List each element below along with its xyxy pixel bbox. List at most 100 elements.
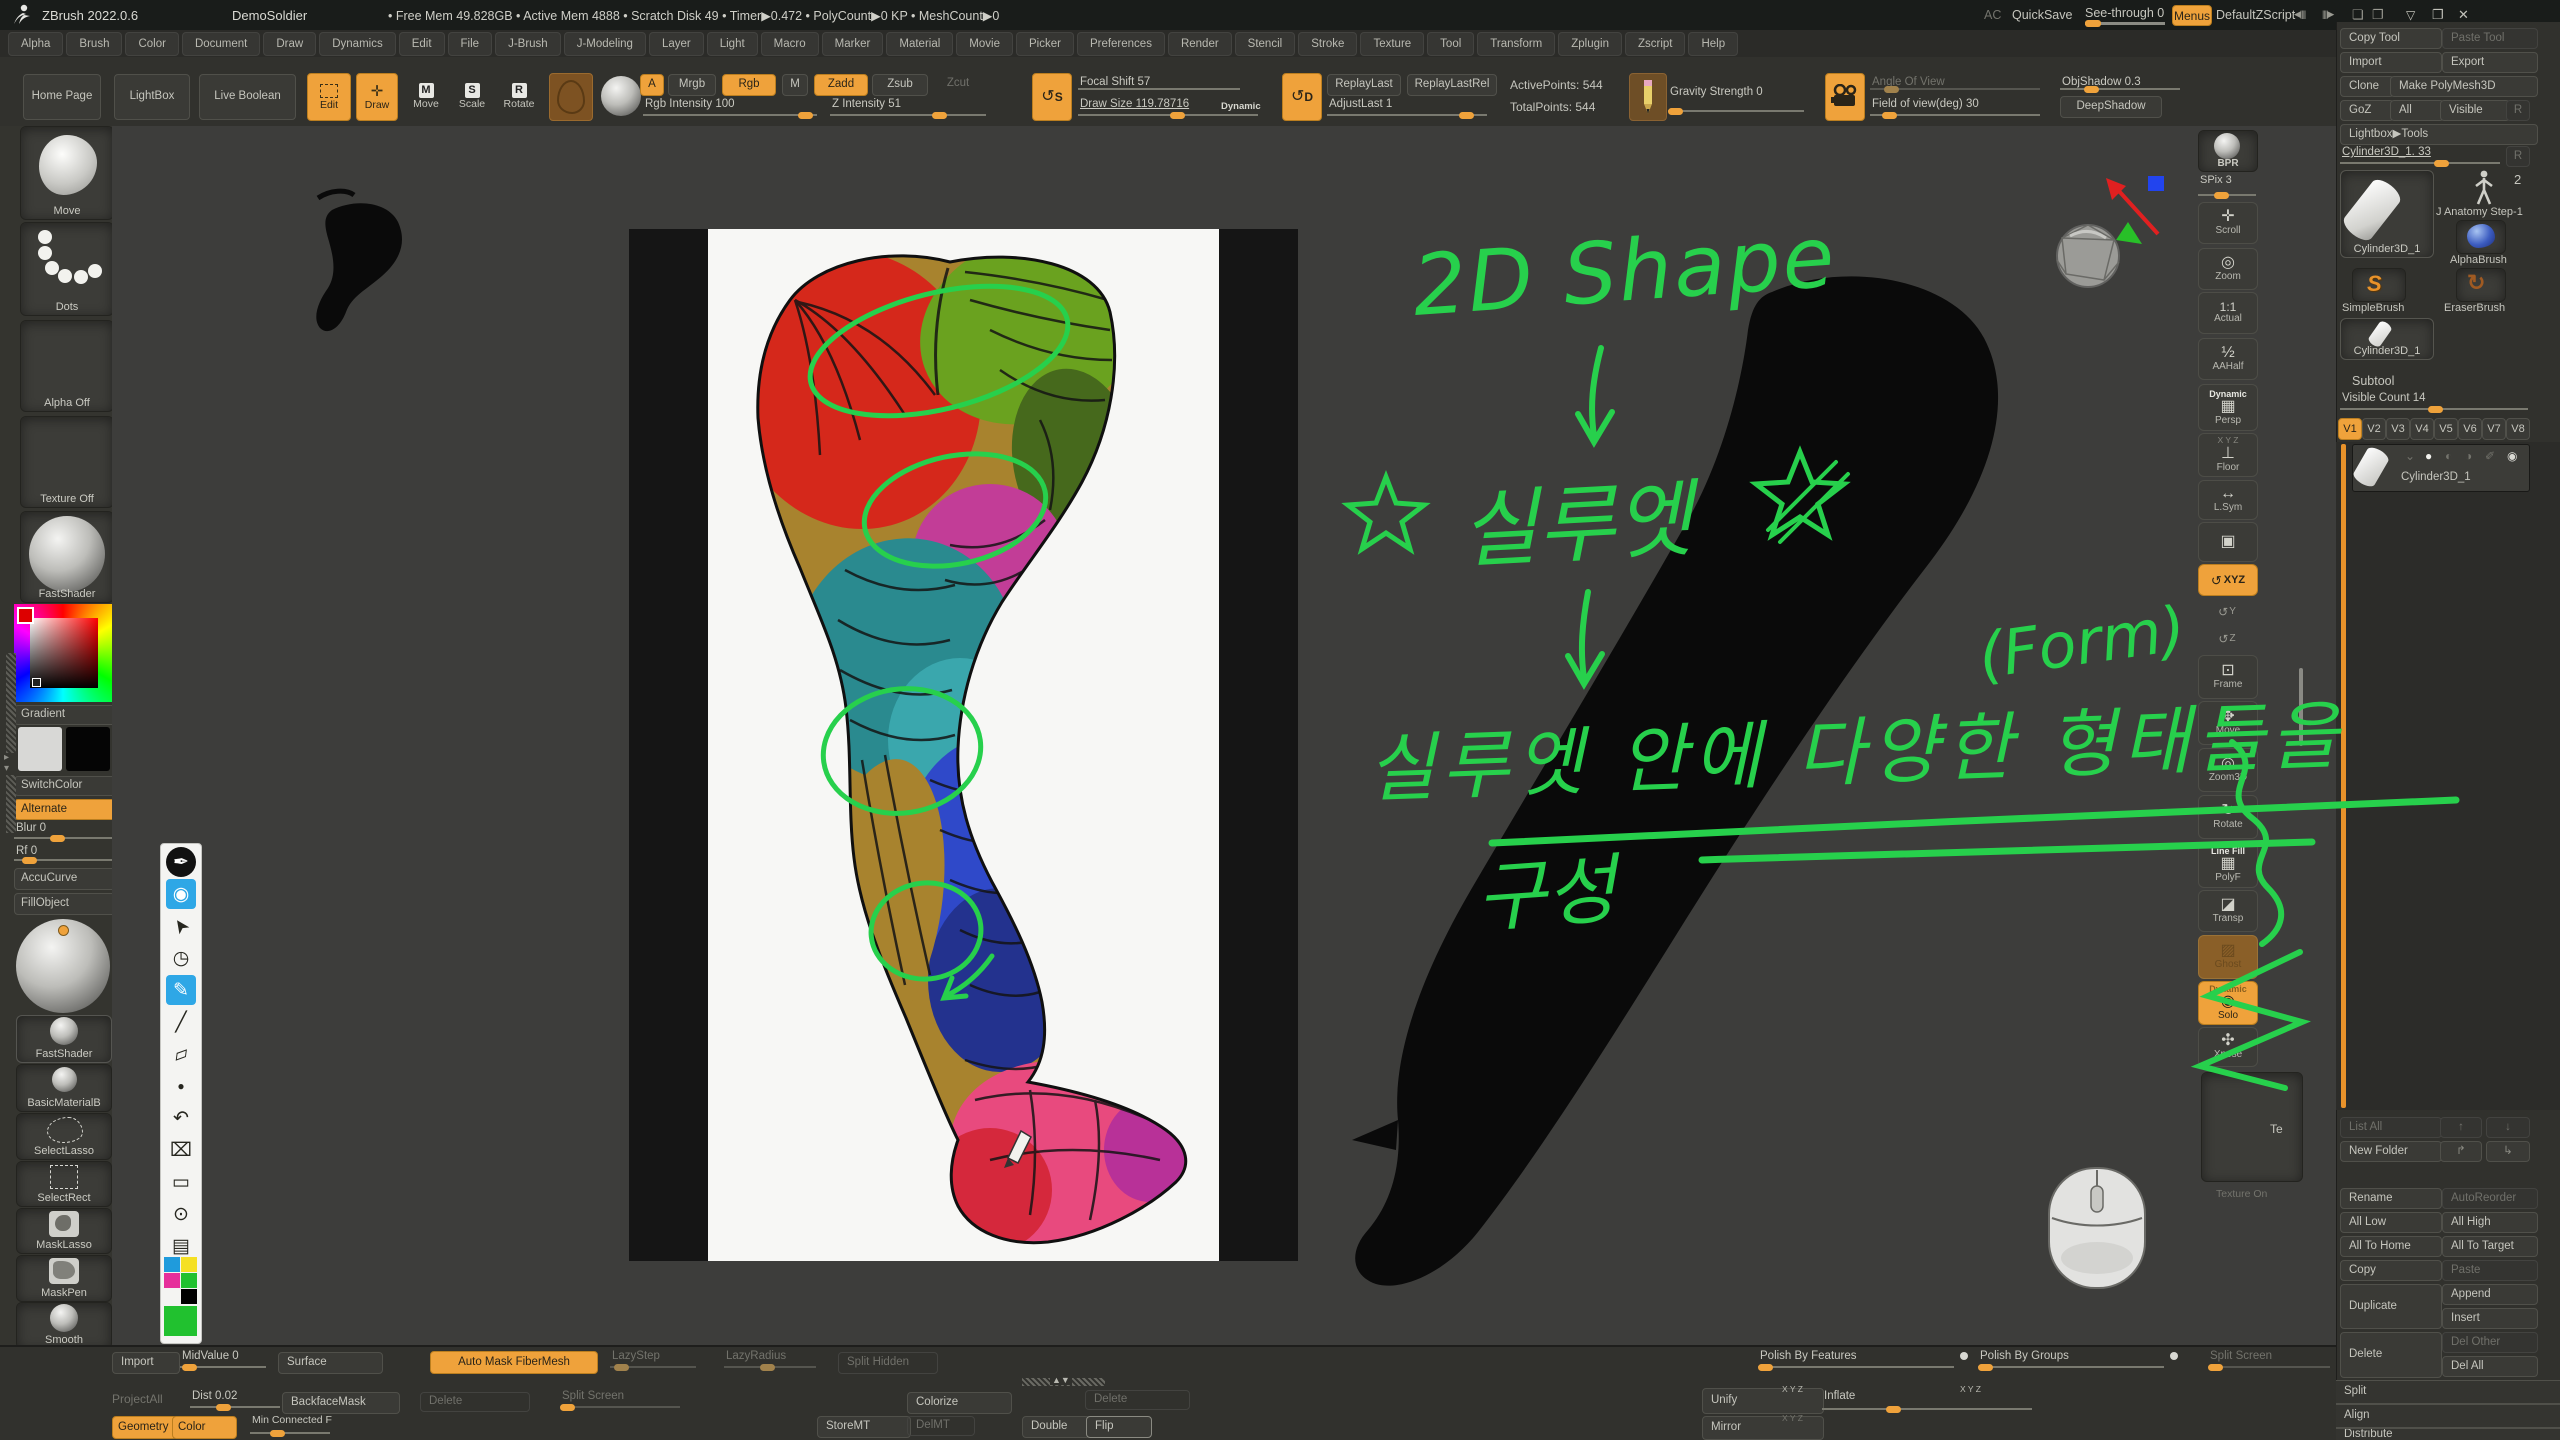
project-all-label[interactable]: ProjectAll: [112, 1392, 163, 1406]
stroke-thumb[interactable]: Dots: [20, 222, 114, 316]
edit-mode-button[interactable]: Edit: [307, 73, 351, 121]
solo-button[interactable]: Dynamic◉Solo: [2198, 981, 2258, 1025]
subtool-tab-v1[interactable]: V1: [2338, 418, 2362, 440]
palette-blue-swatch[interactable]: [164, 1257, 180, 1272]
aahalf-button[interactable]: ½AAHalf: [2198, 338, 2258, 380]
dynamic-label[interactable]: Dynamic: [1221, 101, 1261, 112]
lazy-radius-slider[interactable]: LazyRadius: [724, 1350, 816, 1370]
bb-delete-button-2[interactable]: Delete: [1085, 1390, 1190, 1410]
menu-marker[interactable]: Marker: [822, 32, 884, 56]
surface-button[interactable]: Surface: [278, 1352, 383, 1374]
dist-slider[interactable]: Dist 0.02: [190, 1390, 280, 1410]
current-tool-thumb[interactable]: Cylinder3D_1: [2340, 170, 2434, 258]
brush-thumb[interactable]: Move: [20, 126, 114, 220]
paint-a-button[interactable]: A: [640, 74, 664, 96]
quicksave-button[interactable]: QuickSave: [2012, 8, 2072, 22]
secondary-color-swatch[interactable]: [66, 727, 110, 771]
menus-button[interactable]: Menus: [2172, 5, 2212, 26]
restore-button[interactable]: ❐: [2432, 7, 2444, 23]
alpha-thumb[interactable]: Alpha Off: [20, 320, 114, 412]
current-brush-thumb[interactable]: [549, 73, 593, 121]
menu-stencil[interactable]: Stencil: [1235, 32, 1296, 56]
close-button[interactable]: ✕: [2458, 7, 2469, 23]
panels-b-icon[interactable]: ❐: [2372, 7, 2384, 23]
split-screen-slider[interactable]: Split Screen: [560, 1390, 680, 1410]
lazy-step-slider[interactable]: LazyStep: [610, 1350, 696, 1370]
subtool-tab-v6[interactable]: V6: [2458, 418, 2482, 440]
bpr-button[interactable]: BPR: [2198, 130, 2258, 172]
accu-curve-button[interactable]: AccuCurve: [14, 868, 120, 890]
insert-button[interactable]: Insert: [2442, 1308, 2538, 1329]
zadd-button[interactable]: Zadd: [814, 74, 868, 96]
actual-button[interactable]: 1:1Actual: [2198, 292, 2258, 334]
paint-mrgb-button[interactable]: Mrgb: [668, 74, 716, 96]
backface-mask-button[interactable]: BackfaceMask: [282, 1392, 400, 1414]
menu-tool[interactable]: Tool: [1427, 32, 1474, 56]
paint-m-button[interactable]: M: [782, 74, 808, 96]
geometry-button[interactable]: Geometry: [112, 1416, 177, 1439]
unify-button[interactable]: Unify: [1702, 1388, 1824, 1414]
menu-render[interactable]: Render: [1168, 32, 1232, 56]
append-button[interactable]: Append: [2442, 1284, 2538, 1305]
menu-dynamics[interactable]: Dynamics: [319, 32, 395, 56]
clear-trash-button[interactable]: ⌧: [166, 1135, 196, 1165]
menu-color[interactable]: Color: [125, 32, 178, 56]
colorize-button[interactable]: Colorize: [907, 1392, 1012, 1414]
rotate-mode-button[interactable]: R Rotate: [498, 73, 540, 119]
polish-by-groups-slider[interactable]: Polish By Groups: [1978, 1350, 2164, 1370]
subtool-tab-v2[interactable]: V2: [2362, 418, 2386, 440]
anatomy-label[interactable]: J Anatomy Step-1: [2436, 206, 2523, 218]
menu-movie[interactable]: Movie: [956, 32, 1013, 56]
divider-stepper-left-icon[interactable]: ◀||||: [2294, 9, 2305, 20]
all-to-target-button[interactable]: All To Target: [2442, 1236, 2538, 1257]
tool-slot-selectrect[interactable]: SelectRect: [16, 1161, 112, 1207]
subtool-moveup-folder-button[interactable]: ↱: [2440, 1141, 2482, 1162]
adjust-last-slider[interactable]: AdjustLast 1: [1327, 98, 1487, 118]
current-material-ball[interactable]: [16, 919, 110, 1013]
frame-button[interactable]: ⊡Frame: [2198, 655, 2258, 699]
polish-groups-toggle[interactable]: [2170, 1352, 2178, 1360]
rotate-z-button[interactable]: ↺Z: [2198, 626, 2256, 652]
replay-last-button[interactable]: ReplayLast: [1327, 74, 1401, 96]
brush-size-button[interactable]: ●: [166, 1071, 196, 1101]
main-color-swatch[interactable]: [18, 727, 62, 771]
fiber-pencil-button[interactable]: [1629, 73, 1667, 121]
menu-draw[interactable]: Draw: [263, 32, 316, 56]
lightbox-tools-button[interactable]: Lightbox▶Tools: [2340, 124, 2538, 145]
divider-stepper-right-icon[interactable]: ||||▶: [2322, 9, 2333, 20]
polish-features-toggle[interactable]: [1960, 1352, 1968, 1360]
undo-button[interactable]: ↶: [166, 1103, 196, 1133]
duplicate-button[interactable]: Duplicate: [2340, 1284, 2442, 1329]
tool-export-button[interactable]: Export: [2442, 52, 2538, 73]
menu-file[interactable]: File: [448, 32, 493, 56]
texture-thumb[interactable]: Texture Off: [20, 416, 114, 508]
anatomy-figure-icon[interactable]: [2472, 170, 2496, 206]
spix-slider[interactable]: SPix 3: [2198, 174, 2256, 198]
menu-edit[interactable]: Edit: [399, 32, 445, 56]
subtool-flatten-icon[interactable]: ⌄: [2405, 449, 2415, 463]
subtool-contrast-icon[interactable]: ◑: [2465, 449, 2472, 463]
all-low-button[interactable]: All Low: [2340, 1212, 2442, 1233]
del-other-button[interactable]: Del Other: [2442, 1332, 2538, 1353]
see-through-slider[interactable]: [2085, 22, 2165, 25]
pen-app-logo-icon[interactable]: ✒: [166, 847, 196, 877]
material-thumb[interactable]: FastShader: [20, 511, 114, 603]
obj-shadow-slider[interactable]: ObjShadow 0.3: [2060, 76, 2180, 92]
palette-magenta-swatch[interactable]: [164, 1273, 180, 1288]
z-intensity-slider[interactable]: Z Intensity 51: [830, 98, 986, 118]
menu-brush[interactable]: Brush: [66, 32, 122, 56]
zsub-button[interactable]: Zsub: [872, 74, 928, 96]
menu-transform[interactable]: Transform: [1477, 32, 1555, 56]
subtool-tab-v8[interactable]: V8: [2506, 418, 2530, 440]
ghost-button[interactable]: ▨Ghost: [2198, 935, 2258, 979]
polyf-button[interactable]: Line Fill▦PolyF: [2198, 842, 2258, 888]
rgb-intensity-slider[interactable]: Rgb Intensity 100: [643, 98, 817, 118]
lock-camera-button[interactable]: ▣: [2198, 522, 2258, 562]
mirror-xyz-label[interactable]: X Y Z: [1782, 1413, 1803, 1423]
tool-slot-maskpen[interactable]: MaskPen: [16, 1255, 112, 1302]
align-section[interactable]: Align: [2336, 1404, 2560, 1428]
min-connected-slider[interactable]: Min Connected F: [250, 1414, 340, 1436]
auto-mask-fibermesh-button[interactable]: Auto Mask FiberMesh: [430, 1351, 598, 1374]
subtool-eye-icon[interactable]: ◉: [2507, 449, 2517, 463]
brush-mod-button[interactable]: ↺D: [1282, 73, 1322, 121]
